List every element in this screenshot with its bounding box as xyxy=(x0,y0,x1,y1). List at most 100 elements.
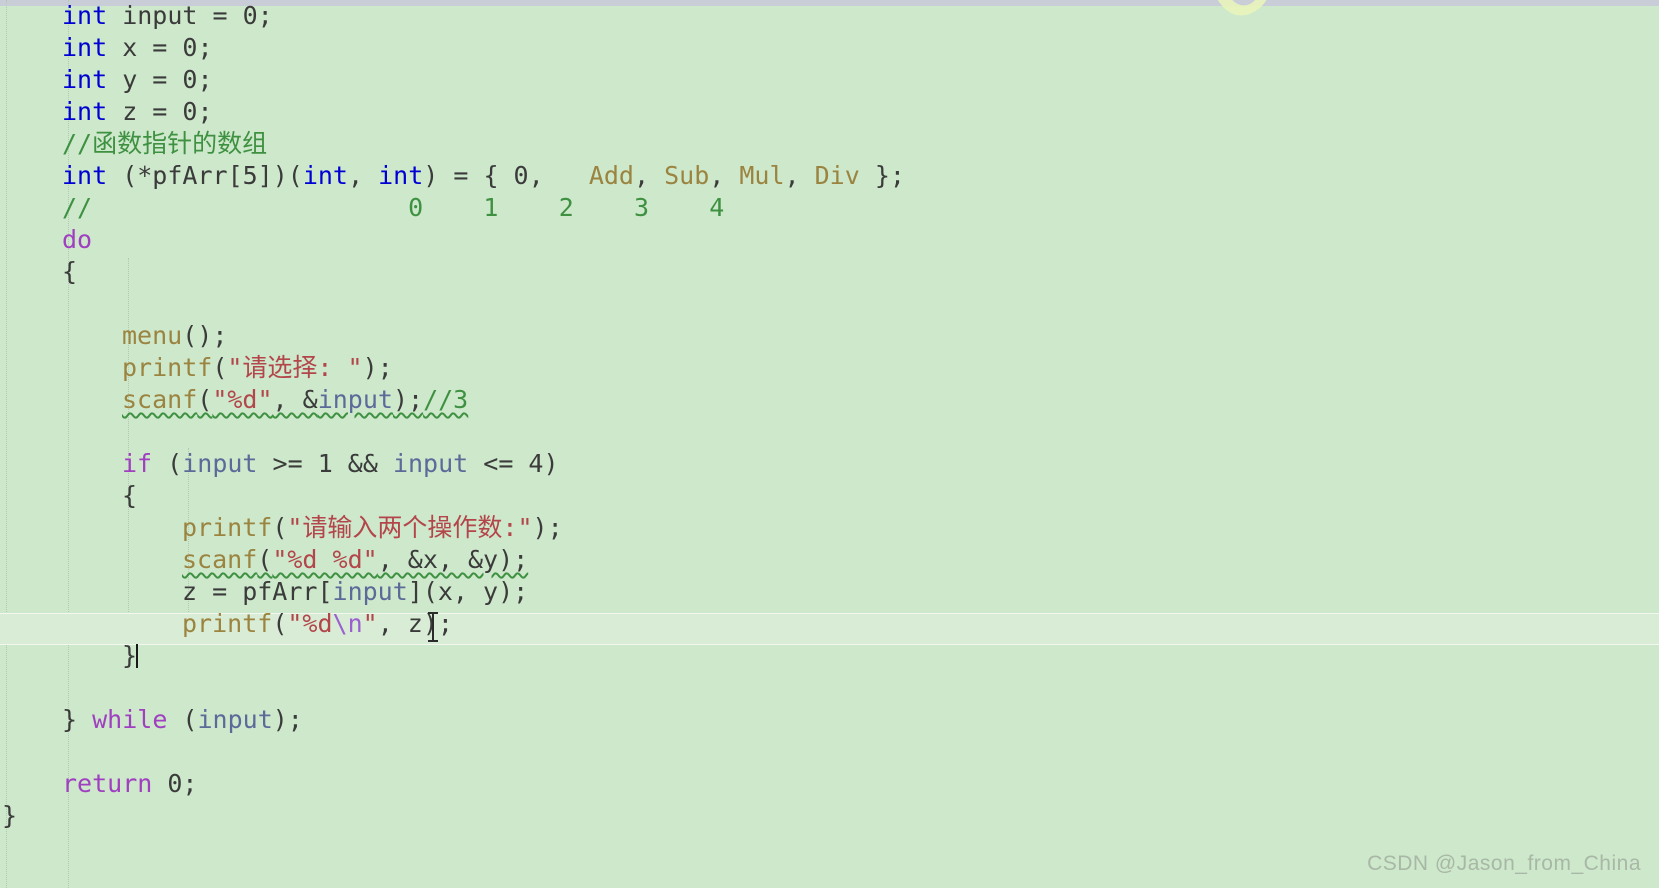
code-token: Add xyxy=(588,161,634,190)
code-editor-screenshot: CSDN int input = 0;int x = 0;int y = 0;i… xyxy=(0,0,1659,888)
code-token: ( xyxy=(272,513,288,542)
code-token: , z); xyxy=(377,609,453,638)
code-token: y = 0; xyxy=(107,65,213,94)
code-line[interactable]: } xyxy=(0,640,1659,672)
code-token: int xyxy=(62,97,108,126)
code-line-content: int x = 0; xyxy=(62,33,213,62)
code-line[interactable]: int z = 0; xyxy=(0,96,1659,128)
code-token: , xyxy=(709,161,740,190)
code-token: //函数指针的数组 xyxy=(62,129,268,158)
code-token: input xyxy=(317,385,393,414)
code-line-content: int (*pfArr[5])(int, int) = { 0, Add, Su… xyxy=(62,161,905,190)
code-text-area[interactable]: int input = 0; int x = 0; int y = 0; int z … xyxy=(0,0,1659,832)
code-token: printf xyxy=(182,513,273,542)
code-line-content: // 0 1 2 3 4 xyxy=(62,193,724,222)
code-line[interactable]: int (*pfArr[5])(int, int) = { 0, Add, Su… xyxy=(0,160,1659,192)
code-token: input xyxy=(197,705,273,734)
code-line-content: } xyxy=(122,641,137,670)
code-line[interactable]: printf("请输入两个操作数:"); xyxy=(0,512,1659,544)
code-line[interactable]: // 0 1 2 3 4 xyxy=(0,192,1659,224)
code-token: , &x, &y); xyxy=(377,545,529,574)
code-token: , & xyxy=(272,385,318,414)
code-line[interactable]: { xyxy=(0,480,1659,512)
code-token: input = 0; xyxy=(107,1,273,30)
code-line[interactable]: { xyxy=(0,256,1659,288)
code-line-content: } while (input); xyxy=(62,705,303,734)
code-token: ](x, y); xyxy=(407,577,529,606)
code-line[interactable]: } while (input); xyxy=(0,704,1659,736)
code-token: (*pfArr[5])( xyxy=(107,161,303,190)
code-token: ( xyxy=(167,705,198,734)
code-line[interactable] xyxy=(0,736,1659,768)
code-token: } xyxy=(122,641,138,670)
code-line[interactable]: //函数指针的数组 xyxy=(0,128,1659,160)
code-token: int xyxy=(62,33,108,62)
code-token: printf xyxy=(182,609,273,638)
code-token: x = 0; xyxy=(107,33,213,62)
code-line[interactable]: menu(); xyxy=(0,320,1659,352)
code-line[interactable] xyxy=(0,672,1659,704)
code-token: \n xyxy=(332,609,363,638)
code-token: int xyxy=(378,161,424,190)
code-line[interactable]: scanf("%d", &input);//3 xyxy=(0,384,1659,416)
code-token: "%d" xyxy=(212,385,273,414)
code-token: Mul xyxy=(739,161,785,190)
code-line[interactable]: z = pfArr[input](x, y); xyxy=(0,576,1659,608)
code-line-content: return 0; xyxy=(62,769,197,798)
code-line[interactable]: printf("请选择: "); xyxy=(0,352,1659,384)
code-line[interactable]: int y = 0; xyxy=(0,64,1659,96)
code-line-content: { xyxy=(62,257,77,286)
code-token: scanf xyxy=(182,545,258,574)
code-token: input xyxy=(392,449,469,478)
code-token: } xyxy=(62,705,93,734)
code-line[interactable]: if (input >= 1 && input <= 4) xyxy=(0,448,1659,480)
code-token: int xyxy=(302,161,348,190)
code-token: , xyxy=(633,161,665,190)
code-line-content: z = pfArr[input](x, y); xyxy=(182,577,528,606)
code-line-content: printf("请选择: "); xyxy=(122,353,393,382)
code-token: "请输入两个操作数:" xyxy=(287,513,533,542)
code-line[interactable] xyxy=(0,416,1659,448)
code-token: ( xyxy=(152,449,183,478)
code-token: ); xyxy=(532,513,563,542)
code-line[interactable]: return 0; xyxy=(0,768,1659,800)
code-token: input xyxy=(332,577,408,606)
code-token: scanf xyxy=(122,385,198,414)
code-token: int xyxy=(62,65,108,94)
code-line-content: int z = 0; xyxy=(62,97,213,126)
code-token: while xyxy=(92,705,168,734)
code-line-content: } xyxy=(2,801,17,830)
code-token: ); xyxy=(362,353,393,382)
code-token: { xyxy=(122,481,138,510)
code-line[interactable]: } xyxy=(0,800,1659,832)
code-line[interactable] xyxy=(0,288,1659,320)
code-line[interactable]: int x = 0; xyxy=(0,32,1659,64)
code-line-content: printf("%d\n", z); xyxy=(182,609,453,638)
code-line[interactable]: printf("%d\n", z); xyxy=(0,608,1659,640)
code-token: { xyxy=(62,257,78,286)
code-line[interactable]: int input = 0; xyxy=(0,0,1659,32)
code-token: return xyxy=(62,769,153,798)
code-line[interactable]: scanf("%d %d", &x, &y); xyxy=(0,544,1659,576)
code-token: Sub xyxy=(664,161,710,190)
code-token: ( xyxy=(197,385,213,414)
code-token: do xyxy=(62,225,93,254)
code-line-content: menu(); xyxy=(122,321,227,350)
code-line-content: printf("请输入两个操作数:"); xyxy=(182,513,563,542)
code-line-content: if (input >= 1 && input <= 4) xyxy=(122,449,559,478)
code-token: input xyxy=(182,449,258,478)
code-token: , xyxy=(784,161,815,190)
code-token: int xyxy=(62,161,108,190)
code-token: } xyxy=(2,801,18,830)
code-token: (); xyxy=(182,321,228,350)
code-token: menu xyxy=(122,321,183,350)
code-line-content: do xyxy=(62,225,92,254)
code-token: <= 4) xyxy=(468,449,559,478)
code-token: z = 0; xyxy=(107,97,213,126)
code-token: printf xyxy=(122,353,213,382)
code-token: ); xyxy=(272,705,303,734)
code-line-content: int y = 0; xyxy=(62,65,213,94)
code-line[interactable]: do xyxy=(0,224,1659,256)
code-token: "%d xyxy=(287,609,333,638)
code-token: int xyxy=(62,1,108,30)
